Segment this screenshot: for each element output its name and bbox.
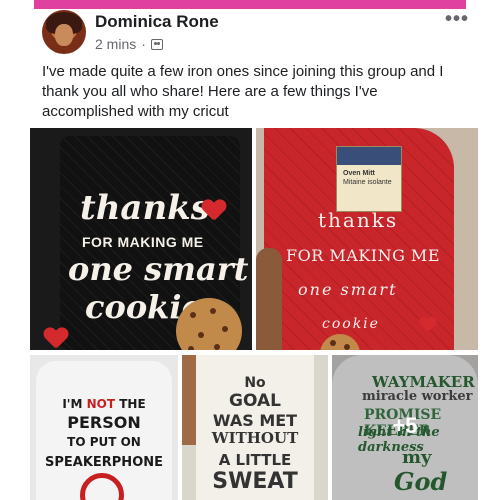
photo-speakerphone-shirt[interactable]: I'M NOT THE PERSON TO PUT ON SPEAKERPHON… xyxy=(30,355,178,500)
photo-text: A LITTLE xyxy=(218,451,292,469)
photo-thanks-black-mitt[interactable]: thanks FOR MAKING ME one smart cookie xyxy=(30,128,252,350)
top-bar xyxy=(0,0,500,9)
photo-waymaker-shirt[interactable]: WAYMAKER miracle worker PROMISE KEEPER l… xyxy=(332,355,478,500)
heart-icon xyxy=(202,200,226,222)
heart-icon xyxy=(420,317,437,332)
more-options-icon[interactable]: ••• xyxy=(445,8,469,31)
photo-text: WAS MET xyxy=(212,411,298,430)
avatar-face xyxy=(55,24,73,46)
photo-text: PERSON xyxy=(67,413,141,432)
photo-text: I'M NOT THE xyxy=(62,397,146,411)
avatar[interactable] xyxy=(42,10,86,54)
tag-text: Mitaine isolante xyxy=(343,179,392,186)
top-accent-bar xyxy=(34,0,466,9)
product-tag: Oven Mitt Mitaine isolante xyxy=(336,146,402,212)
photo-text: WITHOUT xyxy=(211,429,299,447)
photo-text: thanks xyxy=(318,208,399,232)
hand xyxy=(256,248,282,350)
photo-text: GOAL xyxy=(229,391,281,411)
post-time[interactable]: 2 mins xyxy=(95,36,136,52)
photo-text: one smart xyxy=(68,250,249,288)
tag-text: Oven Mitt xyxy=(343,170,375,177)
photo-text: SWEAT xyxy=(212,469,298,494)
photo-text: one smart xyxy=(298,280,398,299)
photo-text: FOR MAKING ME xyxy=(286,246,440,265)
photo-text: SPEAKERPHONE xyxy=(44,455,163,470)
more-photos-count[interactable]: +5 xyxy=(332,413,478,439)
author-name[interactable]: Dominica Rone xyxy=(95,12,219,32)
heart-icon xyxy=(44,328,68,350)
meta-separator: · xyxy=(141,36,146,52)
photo-text: FOR MAKING ME xyxy=(82,234,204,250)
photo-text: No xyxy=(244,375,266,391)
photo-goal-sweat-shirt[interactable]: No GOAL WAS MET WITHOUT A LITTLE SWEAT xyxy=(182,355,328,500)
photo-thanks-red-oven-mitt[interactable]: Oven Mitt Mitaine isolante thanks FOR MAK… xyxy=(256,128,478,350)
post-meta: 2 mins · xyxy=(95,36,163,52)
photo-text: TO PUT ON xyxy=(67,435,141,449)
group-icon xyxy=(150,38,163,50)
post-text: I've made quite a few iron ones since jo… xyxy=(42,63,444,120)
photo-text: thanks xyxy=(80,188,210,228)
photo-text: cookie xyxy=(322,316,380,332)
